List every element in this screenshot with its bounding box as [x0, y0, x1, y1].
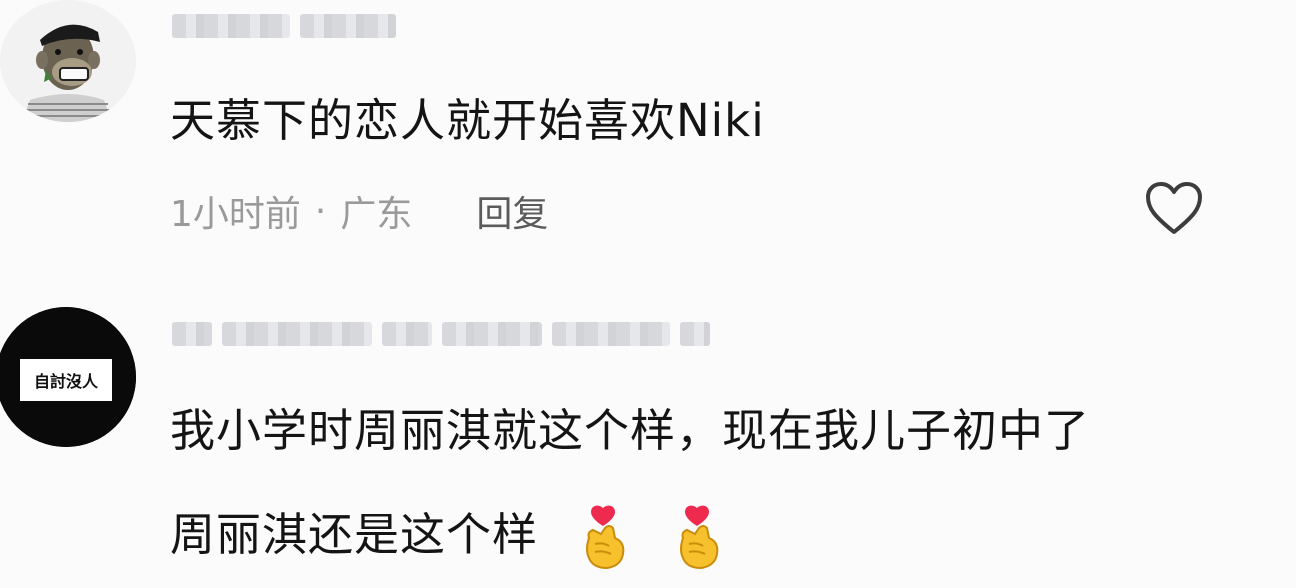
avatar-commenter-1[interactable] — [0, 0, 136, 122]
comment-time: 1小时前 — [170, 194, 301, 235]
finger-heart-emoji-icon — [579, 504, 631, 572]
heart-outline-icon[interactable] — [1144, 180, 1204, 236]
comment-text-2-line-2-row: 周丽淇还是这个样 — [170, 504, 725, 572]
comment-meta-1: 1小时前 · 广东 回复 — [170, 185, 548, 237]
reply-button[interactable]: 回复 — [476, 185, 548, 237]
username-blurred-2[interactable] — [172, 322, 710, 346]
meta-separator: · — [314, 190, 327, 232]
finger-heart-emoji-icon — [673, 504, 725, 572]
avatar-commenter-2[interactable]: 自討沒人 — [0, 307, 136, 447]
comment-location: 广东 — [340, 194, 413, 235]
comment-text-2-line-2: 周丽淇还是这个样 — [170, 508, 539, 561]
comment-text-1: 天慕下的恋人就开始喜欢Niki — [170, 94, 765, 147]
avatar-text: 自討沒人 — [34, 372, 99, 391]
comment-text-2-line-1: 我小学时周丽淇就这个样，现在我儿子初中了 — [170, 404, 1091, 457]
username-blurred-1[interactable] — [172, 14, 396, 38]
